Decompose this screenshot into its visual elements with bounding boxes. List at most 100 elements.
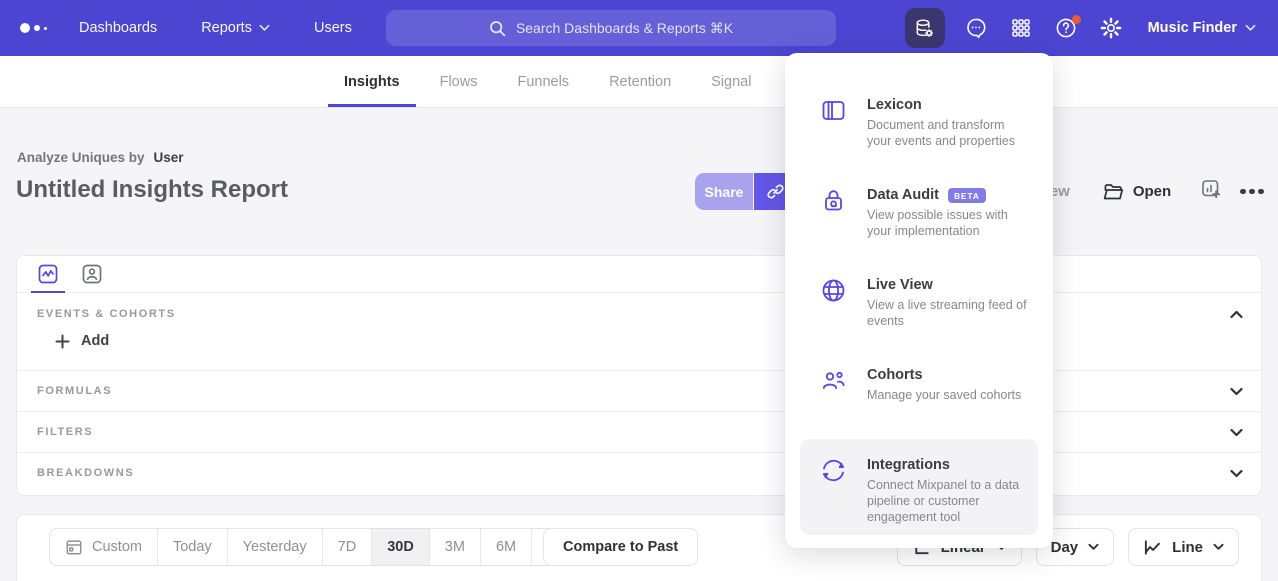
mixpanel-logo-icon[interactable] <box>20 23 47 33</box>
range-today[interactable]: Today <box>157 529 227 565</box>
range-7d[interactable]: 7D <box>322 529 372 565</box>
section-label: FORMULAS <box>37 385 112 397</box>
more-options-button[interactable] <box>1238 183 1266 201</box>
query-panel-tabs <box>17 256 1261 293</box>
apps-grid-icon <box>1009 16 1033 40</box>
globe-icon <box>820 277 850 337</box>
menu-item-lexicon[interactable]: Lexicon Document and transform your even… <box>800 79 1038 167</box>
menu-item-title: Lexicon <box>867 97 922 113</box>
menu-item-cohorts[interactable]: Cohorts Manage your saved cohorts <box>800 349 1038 437</box>
active-tab-underline <box>328 104 416 107</box>
range-3m[interactable]: 3M <box>429 529 480 565</box>
data-management-button[interactable] <box>905 8 945 48</box>
settings-button[interactable] <box>1097 14 1125 42</box>
tab-signal[interactable]: Signal <box>695 56 767 107</box>
share-button[interactable]: Share <box>695 173 753 210</box>
tab-label: Signal <box>711 74 751 90</box>
search-placeholder: Search Dashboards & Reports ⌘K <box>516 20 733 37</box>
menu-item-title: Integrations <box>867 457 950 473</box>
chevron-down-icon <box>1213 543 1224 551</box>
section-filters[interactable]: FILTERS <box>17 411 1261 452</box>
range-30d[interactable]: 30D <box>371 529 429 565</box>
menu-item-live-view[interactable]: Live View View a live streaming feed of … <box>800 259 1038 347</box>
database-gear-icon <box>913 17 936 40</box>
calendar-icon <box>65 538 83 556</box>
link-icon <box>766 182 785 201</box>
section-breakdowns[interactable]: BREAKDOWNS <box>17 452 1261 493</box>
analyze-entity-value[interactable]: User <box>154 150 184 165</box>
help-button[interactable] <box>1052 14 1080 42</box>
menu-item-title: Data Audit <box>867 187 939 203</box>
range-label: 6M <box>496 539 516 555</box>
chevron-down-icon <box>1088 543 1099 551</box>
report-title[interactable]: Untitled Insights Report <box>16 176 288 204</box>
compare-to-past-button[interactable]: Compare to Past <box>543 528 698 566</box>
nav-dashboards-label: Dashboards <box>79 20 157 36</box>
range-6m[interactable]: 6M <box>480 529 531 565</box>
report-actions: New Open <box>1016 173 1266 210</box>
menu-item-description: Manage your saved cohorts <box>867 388 1021 404</box>
tab-insights[interactable]: Insights <box>328 56 416 107</box>
tab-flows[interactable]: Flows <box>424 56 494 107</box>
pulse-chart-icon <box>38 264 58 284</box>
query-builder-panel: EVENTS & COHORTS Add FORMULAS FILTERS BR… <box>16 255 1262 496</box>
range-label: 3M <box>445 539 465 555</box>
share-button-group: Share <box>695 173 796 210</box>
notification-dot <box>1072 15 1081 24</box>
plus-icon <box>55 334 70 349</box>
add-event-button[interactable]: Add <box>55 333 109 349</box>
range-label: 7D <box>338 539 357 555</box>
range-label: Custom <box>92 539 142 555</box>
add-to-dashboard-button[interactable] <box>1201 179 1222 205</box>
menu-item-description: Document and transform your events and p… <box>867 118 1028 150</box>
chevron-down-icon <box>1230 387 1243 396</box>
primary-nav: Dashboards Reports Users <box>79 20 352 36</box>
section-formulas[interactable]: FORMULAS <box>17 370 1261 411</box>
nav-dashboards[interactable]: Dashboards <box>79 20 157 36</box>
tab-label: Insights <box>344 74 400 90</box>
topbar-icon-group: Music Finder <box>905 0 1278 56</box>
open-label: Open <box>1133 183 1171 200</box>
chart-controls-toolbar: Custom Today Yesterday 7D 30D 3M 6M 12M … <box>16 514 1262 581</box>
person-icon <box>82 264 102 284</box>
range-custom[interactable]: Custom <box>50 529 157 565</box>
tab-events-view[interactable] <box>26 256 70 292</box>
menu-item-title: Live View <box>867 277 933 293</box>
menu-item-description: View a live streaming feed of events <box>867 298 1028 330</box>
tab-retention[interactable]: Retention <box>593 56 687 107</box>
apps-grid-button[interactable] <box>1007 14 1035 42</box>
tab-funnels[interactable]: Funnels <box>501 56 585 107</box>
beta-badge: BETA <box>948 188 986 203</box>
analyze-uniques-row: Analyze Uniques byUser <box>17 150 184 165</box>
cohorts-people-icon <box>820 367 850 427</box>
tab-profiles-view[interactable] <box>70 256 114 292</box>
tab-label: Flows <box>440 74 478 90</box>
chat-bubble-icon <box>964 16 988 40</box>
gear-icon <box>1099 16 1123 40</box>
range-label: 30D <box>387 539 414 555</box>
menu-item-title: Cohorts <box>867 367 923 383</box>
menu-item-data-audit[interactable]: Data Audit BETA View possible issues wit… <box>800 169 1038 257</box>
data-management-popup-menu: Lexicon Document and transform your even… <box>785 53 1053 548</box>
data-audit-lock-icon <box>820 187 850 247</box>
folder-open-icon <box>1102 181 1124 203</box>
menu-item-description: View possible issues with your implement… <box>867 208 1028 240</box>
nav-reports[interactable]: Reports <box>201 20 270 36</box>
open-report-button[interactable]: Open <box>1102 181 1171 203</box>
nav-users-label: Users <box>314 20 352 36</box>
feedback-button[interactable] <box>962 14 990 42</box>
search-icon <box>489 20 506 37</box>
chart-type-dropdown[interactable]: Line <box>1128 528 1239 566</box>
report-tabs-bar: Insights Flows Funnels Retention Signal … <box>0 56 1278 108</box>
collapse-section-button[interactable] <box>1230 306 1243 324</box>
search-input[interactable]: Search Dashboards & Reports ⌘K <box>386 10 836 46</box>
nav-users[interactable]: Users <box>314 20 352 36</box>
project-switcher[interactable]: Music Finder <box>1148 20 1256 36</box>
mixpanel-insights-page: Dashboards Reports Users Search Dashboar… <box>0 0 1278 581</box>
section-label: EVENTS & COHORTS <box>37 308 176 320</box>
chevron-up-icon <box>1230 310 1243 319</box>
nav-reports-label: Reports <box>201 20 252 36</box>
chevron-down-icon <box>1245 24 1256 32</box>
menu-item-integrations[interactable]: Integrations Connect Mixpanel to a data … <box>800 439 1038 535</box>
range-yesterday[interactable]: Yesterday <box>227 529 322 565</box>
